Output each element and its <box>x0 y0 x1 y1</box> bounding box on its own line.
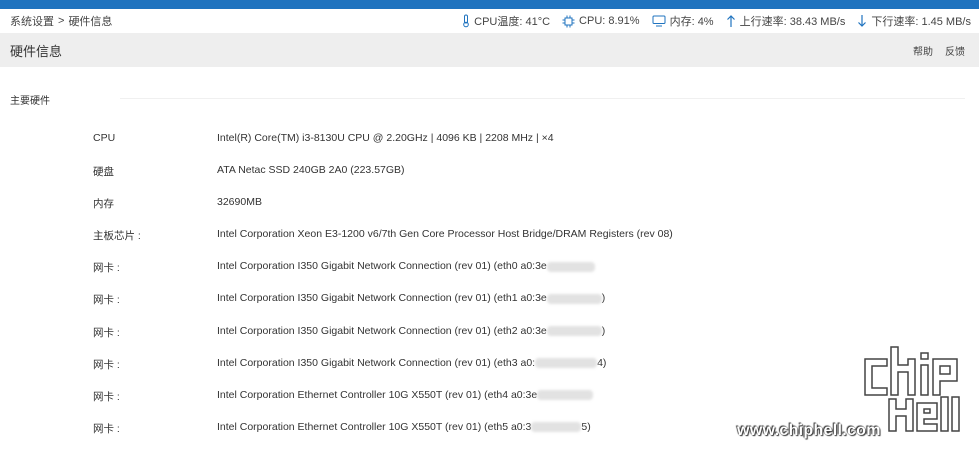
hardware-value: Intel Corporation Ethernet Controller 10… <box>217 421 591 433</box>
hardware-row-nic-eth0: 网卡 : Intel Corporation I350 Gigabit Netw… <box>0 250 979 282</box>
hardware-label: 网卡 : <box>93 390 120 403</box>
hardware-label: CPU <box>93 132 116 144</box>
memory-text: 内存: 4% <box>669 16 714 28</box>
thermometer-icon <box>463 14 469 28</box>
breadcrumb-root[interactable]: 系统设置 <box>10 13 54 29</box>
top-accent-bar <box>0 0 979 9</box>
page-title: 硬件信息 <box>10 43 63 59</box>
section-title: 主要硬件 <box>10 96 50 107</box>
hardware-row-chipset: 主板芯片 : Intel Corporation Xeon E3-1200 v6… <box>0 218 979 250</box>
cpu-usage-text: CPU: 8.91% <box>579 15 640 27</box>
header-actions: 帮助 反馈 <box>913 43 979 58</box>
hardware-row-memory: 内存 32690MB <box>0 186 979 218</box>
nic-suffix: 5) <box>581 420 591 433</box>
status-bar: 系统设置 > 硬件信息 CPU温度: 41°C CPU: 8.91% 内存: 4… <box>0 9 979 33</box>
hardware-label: 硬盘 <box>93 166 114 179</box>
redacted-mac <box>535 357 598 368</box>
download-stat: 下行速率: 1.45 MB/s <box>857 13 971 29</box>
hardware-label: 网卡 : <box>93 262 120 275</box>
upload-stat: 上行速率: 38.43 MB/s <box>726 13 846 29</box>
nic-suffix: 4) <box>597 356 607 369</box>
watermark-url: www.chiphell.com <box>737 422 881 439</box>
hardware-value: ATA Netac SSD 240GB 2A0 (223.57GB) <box>217 164 405 177</box>
nic-text: Intel Corporation I350 Gigabit Network C… <box>217 260 547 273</box>
hardware-label: 网卡 : <box>93 422 120 435</box>
hardware-row-disk: 硬盘 ATA Netac SSD 240GB 2A0 (223.57GB) <box>0 154 979 186</box>
nic-text: Intel Corporation Ethernet Controller 10… <box>217 420 532 433</box>
section-divider <box>120 98 965 99</box>
breadcrumb-current: 硬件信息 <box>68 16 113 28</box>
nic-text: Intel Corporation I350 Gigabit Network C… <box>217 292 547 305</box>
nic-suffix: ) <box>601 292 606 305</box>
arrow-up-icon <box>726 15 735 27</box>
redacted-mac <box>531 422 582 433</box>
hardware-value: 32690MB <box>217 196 262 209</box>
hardware-value: Intel Corporation I350 Gigabit Network C… <box>217 357 606 369</box>
redacted-mac <box>546 293 602 304</box>
redacted-mac <box>537 389 594 400</box>
breadcrumb-separator: > <box>58 15 65 27</box>
system-stats: CPU温度: 41°C CPU: 8.91% 内存: 4% 上行速率: 38.4… <box>462 13 979 29</box>
hardware-row-nic-eth1: 网卡 : Intel Corporation I350 Gigabit Netw… <box>0 282 979 314</box>
hardware-value: Intel Corporation Xeon E3-1200 v6/7th Ge… <box>217 228 673 241</box>
redacted-mac <box>546 325 602 336</box>
upload-text: 上行速率: 38.43 MB/s <box>739 16 846 28</box>
hardware-label: 网卡 : <box>93 326 120 339</box>
hardware-value: Intel Corporation I350 Gigabit Network C… <box>217 260 595 272</box>
nic-text: Intel Corporation I350 Gigabit Network C… <box>217 356 536 369</box>
memory-stat: 内存: 4% <box>652 13 714 29</box>
hardware-value: Intel Corporation Ethernet Controller 10… <box>217 388 594 401</box>
nic-text: Intel Corporation Ethernet Controller 10… <box>217 388 538 401</box>
hardware-label: 内存 <box>93 198 114 211</box>
help-button[interactable]: 帮助 <box>913 43 933 58</box>
hardware-value: Intel(R) Core(TM) i3-8130U CPU @ 2.20GHz… <box>217 132 554 144</box>
cpu-temp-stat: CPU温度: 41°C <box>462 13 550 29</box>
monitor-icon <box>652 15 666 27</box>
hardware-label: 主板芯片 : <box>93 230 141 243</box>
redacted-mac <box>546 261 595 272</box>
hardware-label: 网卡 : <box>93 358 120 371</box>
page-header: 硬件信息 帮助 反馈 <box>0 33 979 67</box>
arrow-down-icon <box>858 15 867 27</box>
hardware-row-cpu: CPU Intel(R) Core(TM) i3-8130U CPU @ 2.2… <box>0 122 979 154</box>
feedback-button[interactable]: 反馈 <box>945 43 965 58</box>
cpu-usage-stat: CPU: 8.91% <box>562 15 640 28</box>
cpu-temp-text: CPU温度: 41°C <box>474 16 551 28</box>
cpu-chip-icon <box>562 15 575 27</box>
breadcrumb: 系统设置 > 硬件信息 <box>0 13 112 29</box>
hardware-label: 网卡 : <box>93 294 120 307</box>
nic-text: Intel Corporation I350 Gigabit Network C… <box>217 324 547 337</box>
nic-suffix: ) <box>601 324 606 337</box>
download-text: 下行速率: 1.45 MB/s <box>871 16 971 28</box>
hardware-value: Intel Corporation I350 Gigabit Network C… <box>217 325 605 337</box>
site-watermark: www.chiphell.com <box>737 341 969 456</box>
hardware-value: Intel Corporation I350 Gigabit Network C… <box>217 292 605 304</box>
